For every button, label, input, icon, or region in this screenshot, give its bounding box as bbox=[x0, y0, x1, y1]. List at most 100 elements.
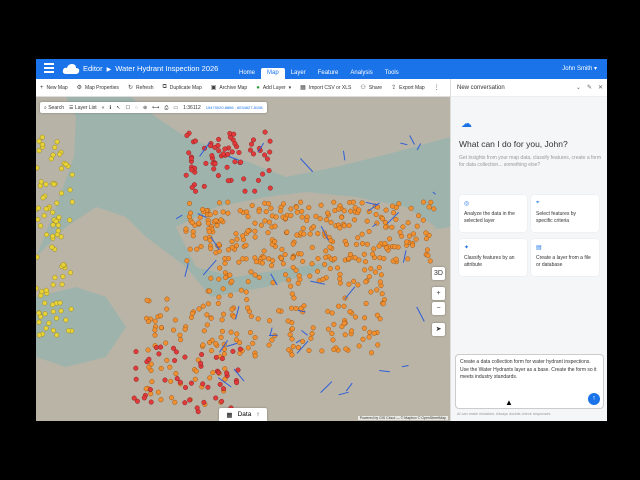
hydrant-marker[interactable] bbox=[342, 332, 348, 338]
hydrant-marker[interactable] bbox=[164, 306, 170, 312]
hydrant-marker[interactable] bbox=[152, 327, 158, 333]
hydrant-marker[interactable] bbox=[215, 173, 221, 179]
hydrant-marker[interactable] bbox=[232, 159, 238, 165]
hydrant-marker[interactable] bbox=[145, 347, 151, 353]
hydrant-marker[interactable] bbox=[204, 322, 210, 328]
hydrant-marker[interactable] bbox=[309, 331, 315, 337]
hydrant-marker[interactable] bbox=[146, 356, 152, 362]
hydrant-marker[interactable] bbox=[212, 161, 218, 167]
hydrant-marker[interactable] bbox=[204, 312, 210, 318]
hydrant-marker[interactable] bbox=[193, 368, 199, 374]
hydrant-marker[interactable] bbox=[52, 275, 58, 281]
hydrant-marker[interactable] bbox=[36, 254, 40, 260]
hydrant-marker[interactable] bbox=[315, 256, 321, 262]
hydrant-marker[interactable] bbox=[144, 297, 150, 303]
hydrant-marker[interactable] bbox=[194, 405, 200, 411]
hydrant-marker[interactable] bbox=[44, 232, 50, 238]
hydrant-marker[interactable] bbox=[220, 209, 226, 215]
hydrant-marker[interactable] bbox=[300, 338, 306, 344]
hydrant-marker[interactable] bbox=[288, 206, 294, 212]
hydrant-marker[interactable] bbox=[237, 346, 243, 352]
hydrant-marker[interactable] bbox=[196, 306, 202, 312]
hydrant-marker[interactable] bbox=[212, 144, 218, 150]
hydrant-marker[interactable] bbox=[173, 371, 179, 377]
hydrant-marker[interactable] bbox=[391, 210, 397, 216]
hydrant-marker[interactable] bbox=[206, 229, 212, 235]
hydrant-marker[interactable] bbox=[416, 213, 422, 219]
hydrant-marker[interactable] bbox=[337, 225, 343, 231]
hydrant-marker[interactable] bbox=[229, 149, 235, 155]
hydrant-marker[interactable] bbox=[183, 226, 189, 232]
hydrant-marker[interactable] bbox=[347, 309, 353, 315]
hydrant-marker[interactable] bbox=[364, 241, 370, 247]
hydrant-marker[interactable] bbox=[207, 339, 213, 345]
hydrant-marker[interactable] bbox=[375, 342, 381, 348]
hydrant-marker[interactable] bbox=[372, 269, 378, 275]
hydrant-marker[interactable] bbox=[147, 387, 153, 393]
hydrant-marker[interactable] bbox=[245, 228, 251, 234]
hydrant-marker[interactable] bbox=[374, 287, 380, 293]
hydrant-marker[interactable] bbox=[279, 246, 285, 252]
hydrant-marker[interactable] bbox=[273, 214, 279, 220]
hydrant-marker[interactable] bbox=[290, 255, 296, 261]
hydrant-marker[interactable] bbox=[36, 138, 42, 144]
hydrant-marker[interactable] bbox=[57, 151, 63, 157]
hydrant-marker[interactable] bbox=[143, 386, 149, 392]
hydrant-marker[interactable] bbox=[216, 148, 222, 154]
hydrant-marker[interactable] bbox=[243, 242, 249, 248]
hydrant-marker[interactable] bbox=[223, 274, 229, 280]
hydrant-marker[interactable] bbox=[40, 195, 46, 201]
tab-analysis[interactable]: Analysis bbox=[344, 68, 378, 79]
hydrant-marker[interactable] bbox=[182, 354, 188, 360]
locate-icon[interactable]: ➤ bbox=[432, 323, 445, 336]
hydrant-marker[interactable] bbox=[411, 231, 417, 237]
hydrant-marker[interactable] bbox=[331, 199, 337, 205]
hydrant-marker[interactable] bbox=[241, 176, 247, 182]
hydrant-marker[interactable] bbox=[371, 246, 377, 252]
hydrant-marker[interactable] bbox=[229, 278, 235, 284]
add-layer-button[interactable]: ● Add Layer ▾ bbox=[256, 85, 291, 91]
hydrant-marker[interactable] bbox=[256, 274, 262, 280]
hydrant-marker[interactable] bbox=[174, 376, 180, 382]
hydrant-marker[interactable] bbox=[233, 231, 239, 237]
hydrant-marker[interactable] bbox=[200, 342, 206, 348]
hydrant-marker[interactable] bbox=[265, 230, 271, 236]
hydrant-marker[interactable] bbox=[343, 346, 349, 352]
zoom-in-button[interactable]: + bbox=[432, 287, 445, 300]
hydrant-marker[interactable] bbox=[237, 208, 243, 214]
hydrant-marker[interactable] bbox=[300, 258, 306, 264]
hydrant-marker[interactable] bbox=[177, 332, 183, 338]
hydrant-marker[interactable] bbox=[170, 327, 176, 333]
hydrant-marker[interactable] bbox=[323, 248, 329, 254]
hydrant-marker[interactable] bbox=[189, 167, 195, 173]
hydrant-marker[interactable] bbox=[50, 327, 56, 333]
hydrant-marker[interactable] bbox=[63, 317, 69, 323]
hydrant-marker[interactable] bbox=[36, 217, 41, 222]
hydrant-marker[interactable] bbox=[337, 280, 343, 286]
archive-map-button[interactable]: ▣ Archive Map bbox=[211, 84, 247, 92]
hydrant-marker[interactable] bbox=[282, 251, 288, 257]
select-box-icon[interactable]: ☐ bbox=[126, 105, 130, 111]
hydrant-marker[interactable] bbox=[234, 380, 240, 386]
hydrant-marker[interactable] bbox=[259, 260, 265, 266]
hydrant-marker[interactable] bbox=[427, 258, 433, 264]
hydrant-marker[interactable] bbox=[208, 246, 214, 252]
hydrant-marker[interactable] bbox=[261, 254, 267, 260]
hydrant-marker[interactable] bbox=[269, 262, 275, 268]
hydrant-marker[interactable] bbox=[359, 231, 365, 237]
hydrant-marker[interactable] bbox=[158, 365, 164, 371]
hydrant-marker[interactable] bbox=[366, 274, 372, 280]
hydrant-marker[interactable] bbox=[426, 204, 432, 210]
hydrant-marker[interactable] bbox=[208, 315, 214, 321]
hydrant-marker[interactable] bbox=[217, 381, 223, 387]
lasso-icon[interactable]: ◌ bbox=[135, 105, 138, 111]
hydrant-marker[interactable] bbox=[360, 241, 366, 247]
suggestion-card-create-layer[interactable]: ▤ Create a layer from a file or database bbox=[531, 239, 599, 276]
hydrant-marker[interactable] bbox=[369, 350, 375, 356]
collapse-icon[interactable]: « bbox=[102, 105, 105, 111]
hydrant-marker[interactable] bbox=[290, 343, 296, 349]
hydrant-marker[interactable] bbox=[328, 219, 334, 225]
hydrant-marker[interactable] bbox=[368, 289, 374, 295]
chat-input-text[interactable]: Create a data collection form for water … bbox=[460, 359, 600, 382]
hydrant-marker[interactable] bbox=[245, 345, 251, 351]
